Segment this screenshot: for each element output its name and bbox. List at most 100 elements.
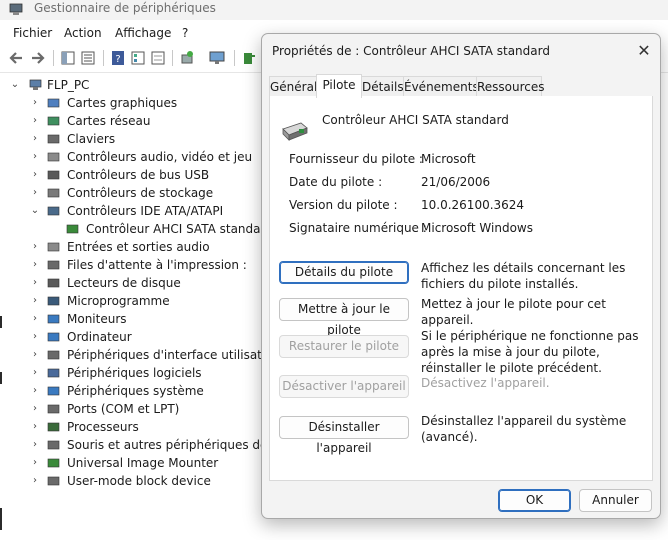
tree-category[interactable]: › Ordinateur [0,328,270,346]
tree-category[interactable]: › Ports (COM et LPT) [0,400,270,418]
tree-category[interactable]: › Microprogramme [0,292,270,310]
menu-affichage[interactable]: Affichage [115,26,171,40]
tree-category[interactable]: › Contrôleurs audio, vidéo et jeu [0,148,270,166]
tree-label: Contrôleurs de bus USB [67,168,210,182]
chevron-right-icon[interactable]: › [30,94,40,112]
chevron-down-icon[interactable]: ⌄ [30,202,40,220]
chevron-right-icon[interactable]: › [30,166,40,184]
tree-category[interactable]: › Claviers [0,130,270,148]
chevron-down-icon[interactable]: ⌄ [10,76,20,94]
menu-action[interactable]: Action [64,26,102,40]
chevron-right-icon[interactable]: › [30,130,40,148]
storage-icon [47,188,60,198]
tree-category[interactable]: › User-mode block device [0,472,270,490]
tree-root[interactable]: ⌄ FLP_PC [0,76,260,94]
chevron-right-icon[interactable]: › [30,346,40,364]
chevron-right-icon[interactable]: › [30,382,40,400]
tree-category[interactable]: › Entrées et sorties audio [0,238,270,256]
tab-ressources[interactable]: Ressources [476,76,545,97]
chevron-right-icon[interactable]: › [30,148,40,166]
disable-device-button[interactable]: Désactiver l'appareil [279,375,409,398]
tree-category[interactable]: › Périphériques logiciels [0,364,270,382]
tree-label: Cartes réseau [67,114,151,128]
tree-category[interactable]: › Périphériques système [0,382,270,400]
tree-category[interactable]: › Périphériques d'interface utilisateur [0,346,282,364]
tree-category[interactable]: › Processeurs [0,418,270,436]
chevron-right-icon[interactable]: › [30,292,40,310]
toolbar-separator [103,50,104,66]
svg-text:?: ? [115,54,120,65]
resources-view-icon[interactable] [150,50,166,66]
tree-category[interactable]: › Files d'attente à l'impression : [0,256,270,274]
tree-label: Périphériques logiciels [67,366,202,380]
chevron-right-icon[interactable]: › [30,436,40,454]
forward-arrow-icon[interactable] [30,50,46,66]
tree-category[interactable]: › Lecteurs de disque [0,274,270,292]
tab-details[interactable]: Détails [361,76,404,97]
tree-category[interactable]: › Universal Image Mounter [0,454,270,472]
tree-child-item[interactable]: Contrôleur AHCI SATA standard [0,220,273,238]
tree-category[interactable]: › Cartes réseau [0,112,270,130]
chevron-right-icon[interactable]: › [30,400,40,418]
chevron-right-icon[interactable]: › [30,472,40,490]
driver-version-label: Version du pilote : [289,198,398,212]
properties-pane-icon[interactable] [60,50,76,66]
console-tree-icon[interactable] [130,50,146,66]
tab-pilote[interactable]: Pilote [316,74,362,98]
disk-drive-icon [47,278,60,288]
uninstall-device-button[interactable]: Désinstaller l'appareil [279,416,409,455]
help-icon[interactable]: ? [110,50,126,66]
close-icon[interactable]: ✕ [633,41,655,61]
tree-label: Périphériques système [67,384,204,398]
menu-help[interactable]: ? [182,26,188,40]
tree-category[interactable]: › Contrôleurs de stockage [0,184,270,202]
tree-label: User-mode block device [67,474,211,488]
tab-evenements[interactable]: Événements [403,76,479,97]
chevron-right-icon[interactable]: › [30,184,40,202]
digital-signer-label: Signataire numérique : [289,221,427,235]
properties-dialog: Propriétés de : Contrôleur AHCI SATA sta… [261,33,661,519]
tree-label: Périphériques d'interface utilisateur [67,348,282,362]
ide-controller-icon [47,206,60,216]
tab-general[interactable]: Général [269,76,317,97]
hid-icon [47,350,60,360]
tree-label: Universal Image Mounter [67,456,219,470]
display-adapter-icon [47,98,60,108]
cancel-button[interactable]: Annuler [579,489,652,512]
tree-label: Files d'attente à l'impression : [67,258,247,272]
chevron-right-icon[interactable]: › [30,256,40,274]
tree-label: Contrôleurs IDE ATA/ATAPI [67,204,224,218]
rollback-driver-button[interactable]: Restaurer le pilote [279,335,409,358]
chevron-right-icon[interactable]: › [30,238,40,256]
tree-category[interactable]: › Moniteurs [0,310,270,328]
tree-label: Microprogramme [67,294,170,308]
software-device-icon [47,368,60,378]
scan-hardware-icon[interactable] [179,50,195,66]
monitor-icon[interactable] [209,50,225,66]
chevron-right-icon[interactable]: › [30,310,40,328]
chevron-right-icon[interactable]: › [30,418,40,436]
menu-fichier[interactable]: Fichier [13,26,52,40]
ok-button[interactable]: OK [498,489,571,512]
driver-details-button[interactable]: Détails du pilote [279,261,409,284]
tree-category[interactable]: › Cartes graphiques [0,94,270,112]
list-view-icon[interactable] [80,50,96,66]
update-driver-icon[interactable] [242,50,258,66]
chevron-right-icon[interactable]: › [30,328,40,346]
monitor-icon [47,314,60,324]
driver-provider-label: Fournisseur du pilote : [289,152,423,166]
tree-label: Lecteurs de disque [67,276,181,290]
tree-label: Claviers [67,132,116,146]
tree-category[interactable]: › Souris et autres périphériques de poir [0,436,294,454]
chevron-right-icon[interactable]: › [30,454,40,472]
update-driver-button[interactable]: Mettre à jour le pilote [279,298,409,337]
chevron-right-icon[interactable]: › [30,364,40,382]
tree-category[interactable]: ⌄ Contrôleurs IDE ATA/ATAPI [0,202,270,220]
network-adapter-icon [47,116,60,126]
usb-icon [47,170,60,180]
chevron-right-icon[interactable]: › [30,112,40,130]
chevron-right-icon[interactable]: › [30,274,40,292]
tree-category[interactable]: › Contrôleurs de bus USB [0,166,270,184]
back-arrow-icon[interactable] [8,50,24,66]
processor-icon [47,422,60,432]
